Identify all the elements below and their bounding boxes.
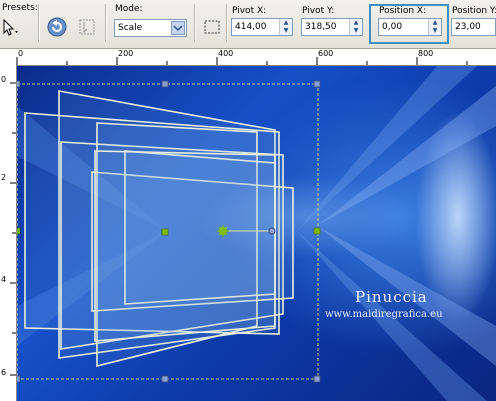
ruler-number: 6 xyxy=(1,368,7,377)
image-canvas[interactable]: Pinuccia www.maidiregrafica.eu xyxy=(17,66,496,401)
mode-label: Mode: xyxy=(115,4,143,14)
watermark-site: www.maidiregrafica.eu xyxy=(325,309,443,320)
reset-button[interactable] xyxy=(46,16,68,38)
ruler-ticks xyxy=(10,82,16,376)
pivot-x-field[interactable]: 414,00 ▲ ▼ xyxy=(231,18,293,36)
position-y-value: 23,00 xyxy=(455,22,481,32)
transform-button[interactable] xyxy=(76,16,98,38)
toolbar-separator xyxy=(105,4,106,42)
ruler-number: 2 xyxy=(1,173,7,182)
pivot-y-value: 318,50 xyxy=(305,22,337,32)
presets-label: Presets: xyxy=(2,3,38,13)
vertical-ruler: 0 2 4 6 xyxy=(0,65,17,401)
spinner-up-icon[interactable]: ▲ xyxy=(350,19,362,27)
position-y-field[interactable]: 23,00 xyxy=(451,18,496,36)
mode-value: Scale xyxy=(118,23,143,33)
presets-button[interactable] xyxy=(0,17,22,39)
frame-inner-2 xyxy=(94,150,276,342)
ruler-number: 0 xyxy=(18,49,24,58)
dropdown-button[interactable] xyxy=(171,21,185,35)
transform-icon xyxy=(79,19,95,35)
ruler-number: 4 xyxy=(1,275,7,284)
toolbar-separator xyxy=(38,4,39,42)
spinner-up-icon[interactable]: ▲ xyxy=(429,19,441,27)
position-y-label: Position Y: xyxy=(452,6,496,16)
marquee-toggle-button[interactable] xyxy=(201,16,223,38)
reset-icon xyxy=(47,17,67,37)
spinner-down-icon[interactable]: ▼ xyxy=(429,27,441,35)
pivot-x-label: Pivot X: xyxy=(232,6,267,16)
chevron-down-icon xyxy=(173,25,183,32)
canvas-artwork xyxy=(17,66,496,401)
mode-select[interactable]: Scale xyxy=(114,19,187,37)
toolbar: Presets: Mode: Scale Pivot X: 414,00 ▲ ▼… xyxy=(0,0,496,49)
dashed-rectangle-icon xyxy=(204,20,220,34)
ruler-number: 0 xyxy=(1,75,7,84)
ruler-number: 200 xyxy=(118,49,134,58)
spinner-down-icon[interactable]: ▼ xyxy=(280,27,292,35)
horizontal-ruler: 0 200 400 600 800 xyxy=(0,49,496,66)
spinner-down-icon[interactable]: ▼ xyxy=(350,27,362,35)
ruler-number: 600 xyxy=(318,49,334,58)
pivot-y-spinner[interactable]: ▲ ▼ xyxy=(349,19,362,35)
rotation-handle[interactable] xyxy=(268,227,276,235)
position-x-spinner[interactable]: ▲ ▼ xyxy=(428,19,441,35)
watermark-title: Pinuccia xyxy=(355,288,428,306)
pivot-y-label: Pivot Y: xyxy=(302,6,335,16)
pointer-arrow-icon xyxy=(3,18,18,36)
toolbar-separator xyxy=(226,4,227,42)
pivot-x-value: 414,00 xyxy=(235,22,267,32)
ruler-number: 800 xyxy=(418,49,434,58)
position-x-value: 0,00 xyxy=(382,22,403,32)
spinner-up-icon[interactable]: ▲ xyxy=(280,19,292,27)
toolbar-separator xyxy=(194,4,195,42)
frames xyxy=(24,90,294,368)
pivot-y-field[interactable]: 318,50 ▲ ▼ xyxy=(301,18,363,36)
position-x-field[interactable]: 0,00 ▲ ▼ xyxy=(378,18,442,36)
ruler-number: 400 xyxy=(218,49,234,58)
pivot-x-spinner[interactable]: ▲ ▼ xyxy=(279,19,292,35)
position-x-label: Position X: xyxy=(379,6,427,16)
